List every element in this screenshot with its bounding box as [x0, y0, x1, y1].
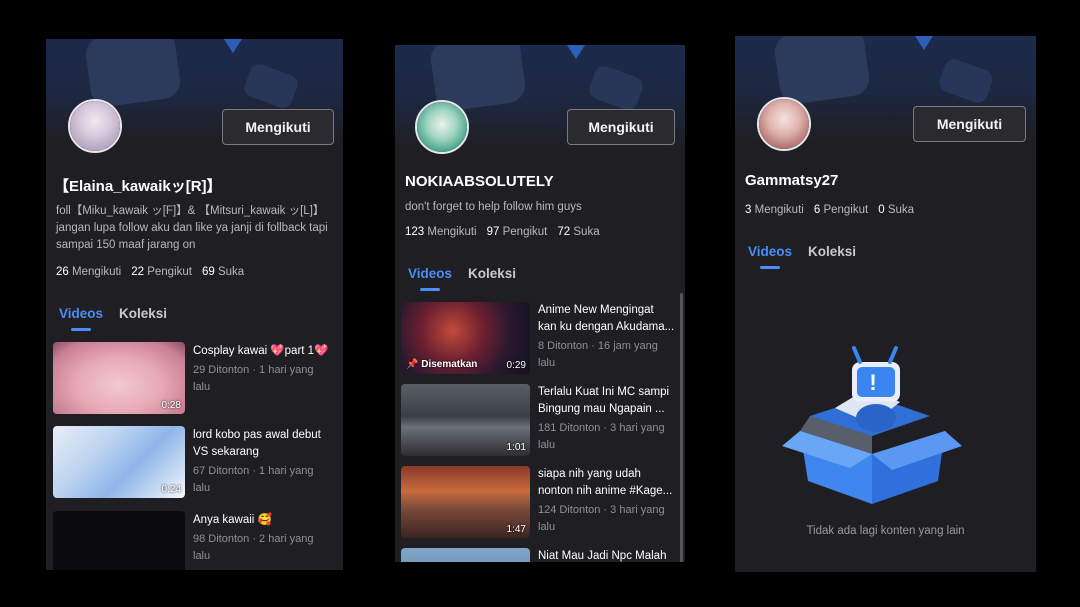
- followers-stat[interactable]: 22 Pengikut: [131, 266, 192, 278]
- empty-state-text: Tidak ada lagi konten yang lain: [806, 525, 965, 537]
- video-title-line2: kan ku dengan Akudama...: [538, 321, 675, 333]
- follow-button[interactable]: Mengikuti: [567, 109, 675, 145]
- video-title: Terlalu Kuat Ini MC sampi: [538, 386, 670, 398]
- avatar[interactable]: [415, 100, 469, 154]
- profile-panel-gammatsy: Mengikuti Gammatsy27 3 Mengikuti 6 Pengi…: [735, 36, 1036, 572]
- video-meta: 67 Ditonton · 1 hari yang lalu: [193, 465, 314, 494]
- video-title: siapa nih yang udah: [538, 468, 641, 480]
- video-item[interactable]: Anya kawaii 🥰 98 Ditonton · 2 hari yang …: [46, 511, 343, 570]
- video-item[interactable]: 0:24 lord kobo pas awal debut VS sekaran…: [46, 426, 343, 498]
- video-thumbnail: 📌 Disematkan 0:29: [401, 302, 530, 374]
- video-thumbnail: [53, 511, 185, 570]
- likes-stat: 72 Suka: [557, 226, 600, 238]
- video-item[interactable]: 0:28 Cosplay kawai 💖part 1💖 29 Ditonton …: [46, 342, 343, 414]
- video-thumbnail: 1:01: [401, 384, 530, 456]
- profile-tabs: Videos Koleksi: [59, 306, 167, 321]
- pinned-badge: 📌 Disematkan: [406, 359, 478, 370]
- video-item[interactable]: 📌 Disematkan 0:29 Anime New Mengingat ka…: [395, 302, 685, 374]
- video-title-line2: Bingung mau Ngapain ...: [538, 403, 665, 415]
- video-item[interactable]: 1:47 siapa nih yang udah nonton nih anim…: [395, 466, 685, 538]
- video-title: Anya kawaii 🥰: [193, 514, 272, 526]
- video-meta: 29 Ditonton · 1 hari yang lalu: [193, 364, 314, 393]
- avatar[interactable]: [757, 97, 811, 151]
- username: Gammatsy27: [745, 172, 839, 189]
- video-meta: 8 Ditonton · 16 jam yang lalu: [538, 340, 658, 369]
- video-item[interactable]: Niat Mau Jadi Npc Malah: [395, 548, 685, 562]
- tab-videos[interactable]: Videos: [59, 306, 103, 321]
- following-stat[interactable]: 123 Mengikuti: [405, 226, 477, 238]
- video-title-line2: nonton nih anime #Kage...: [538, 485, 673, 497]
- video-title: Niat Mau Jadi Npc Malah: [538, 550, 667, 562]
- follow-button[interactable]: Mengikuti: [913, 106, 1026, 142]
- video-title: Cosplay kawai 💖part 1💖: [193, 345, 329, 357]
- video-meta: 124 Ditonton · 3 hari yang lalu: [538, 504, 665, 533]
- followers-stat[interactable]: 97 Pengikut: [487, 226, 548, 238]
- video-thumbnail: 0:24: [53, 426, 185, 498]
- video-thumbnail: 0:28: [53, 342, 185, 414]
- profile-stats: 123 Mengikuti 97 Pengikut 72 Suka: [405, 226, 600, 238]
- video-title: lord kobo pas awal debut VS sekarang: [193, 429, 321, 458]
- video-title: Anime New Mengingat: [538, 304, 654, 316]
- svg-text:!: !: [869, 370, 876, 395]
- tab-koleksi[interactable]: Koleksi: [119, 306, 167, 321]
- profile-stats: 26 Mengikuti 22 Pengikut 69 Suka: [56, 266, 244, 278]
- profile-tabs: Videos Koleksi: [408, 266, 516, 281]
- likes-stat: 0 Suka: [878, 204, 915, 216]
- profile-panel-elaina: Mengikuti 【Elaina_kawaikッ[R]】 foll【Miku_…: [46, 39, 343, 570]
- video-thumbnail: [401, 548, 530, 562]
- username: 【Elaina_kawaikッ[R]】: [54, 178, 222, 195]
- follow-button[interactable]: Mengikuti: [222, 109, 334, 145]
- video-duration: 0:24: [161, 484, 181, 495]
- video-meta: 181 Ditonton · 3 hari yang lalu: [538, 422, 665, 451]
- followers-stat[interactable]: 6 Pengikut: [814, 204, 868, 216]
- video-item[interactable]: 1:01 Terlalu Kuat Ini MC sampi Bingung m…: [395, 384, 685, 456]
- video-meta: 98 Ditonton · 2 hari yang lalu: [193, 533, 314, 562]
- tab-koleksi[interactable]: Koleksi: [808, 244, 856, 259]
- likes-stat: 69 Suka: [201, 266, 245, 278]
- username: NOKIAABSOLUTELY: [405, 173, 554, 190]
- video-duration: 0:28: [161, 400, 181, 411]
- bio: don't forget to help follow him guys: [405, 201, 582, 213]
- following-stat[interactable]: 26 Mengikuti: [56, 266, 121, 278]
- bio: foll【Miku_kawaik ッ[F]】& 【Mitsuri_kawaik …: [56, 205, 328, 251]
- tab-videos[interactable]: Videos: [408, 266, 452, 281]
- empty-box-mascot-icon: !: [782, 346, 962, 504]
- video-duration: 0:29: [506, 360, 526, 371]
- profile-tabs: Videos Koleksi: [748, 244, 856, 259]
- video-duration: 1:01: [506, 442, 526, 453]
- avatar[interactable]: [68, 99, 122, 153]
- video-thumbnail: 1:47: [401, 466, 530, 538]
- following-stat[interactable]: 3 Mengikuti: [745, 204, 804, 216]
- profile-panel-nokia: Mengikuti NOKIAABSOLUTELY don't forget t…: [395, 45, 685, 562]
- video-duration: 1:47: [506, 524, 526, 535]
- profile-stats: 3 Mengikuti 6 Pengikut 0 Suka: [745, 204, 914, 216]
- tab-koleksi[interactable]: Koleksi: [468, 266, 516, 281]
- tab-videos[interactable]: Videos: [748, 244, 792, 259]
